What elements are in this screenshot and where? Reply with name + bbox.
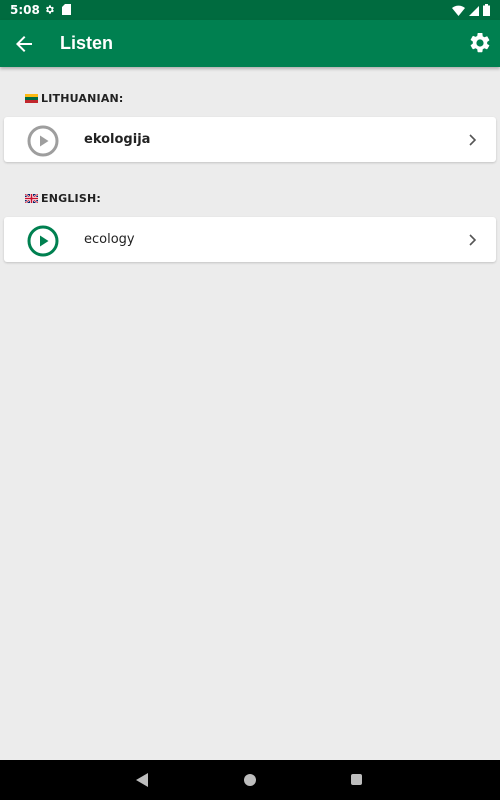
status-bar: 5:08 xyxy=(0,0,500,20)
app-bar: Listen xyxy=(0,20,500,67)
settings-notification-icon xyxy=(44,4,55,18)
word-text: ecology xyxy=(84,232,135,247)
play-icon[interactable] xyxy=(27,125,59,157)
status-time: 5:08 xyxy=(10,3,40,17)
section-label-lithuanian: LITHUANIAN: xyxy=(25,92,124,105)
play-icon[interactable] xyxy=(27,225,59,257)
navigation-bar xyxy=(0,760,500,800)
section-label-text: LITHUANIAN: xyxy=(41,92,124,105)
word-text: ekologija xyxy=(84,132,151,147)
settings-button[interactable] xyxy=(468,31,492,55)
chevron-right-icon xyxy=(469,234,477,246)
page-title: Listen xyxy=(60,33,114,53)
word-card-lithuanian[interactable]: ekologija xyxy=(4,117,496,162)
gear-icon xyxy=(470,32,490,53)
word-card-english[interactable]: ecology xyxy=(4,217,496,262)
battery-icon xyxy=(483,4,490,19)
section-label-english: ENGLISH: xyxy=(25,192,101,205)
sd-card-icon xyxy=(62,4,71,18)
back-button[interactable] xyxy=(12,32,36,56)
section-label-text: ENGLISH: xyxy=(41,192,101,205)
arrow-back-icon xyxy=(16,36,32,52)
signal-icon xyxy=(469,5,479,19)
status-indicators xyxy=(452,4,490,19)
nav-back-icon[interactable] xyxy=(136,773,149,787)
lithuania-flag-icon xyxy=(25,94,38,103)
wifi-icon xyxy=(452,5,465,19)
nav-recents-icon[interactable] xyxy=(351,774,362,785)
chevron-right-icon xyxy=(469,134,477,146)
nav-home-icon[interactable] xyxy=(244,774,256,786)
uk-flag-icon xyxy=(25,194,38,203)
